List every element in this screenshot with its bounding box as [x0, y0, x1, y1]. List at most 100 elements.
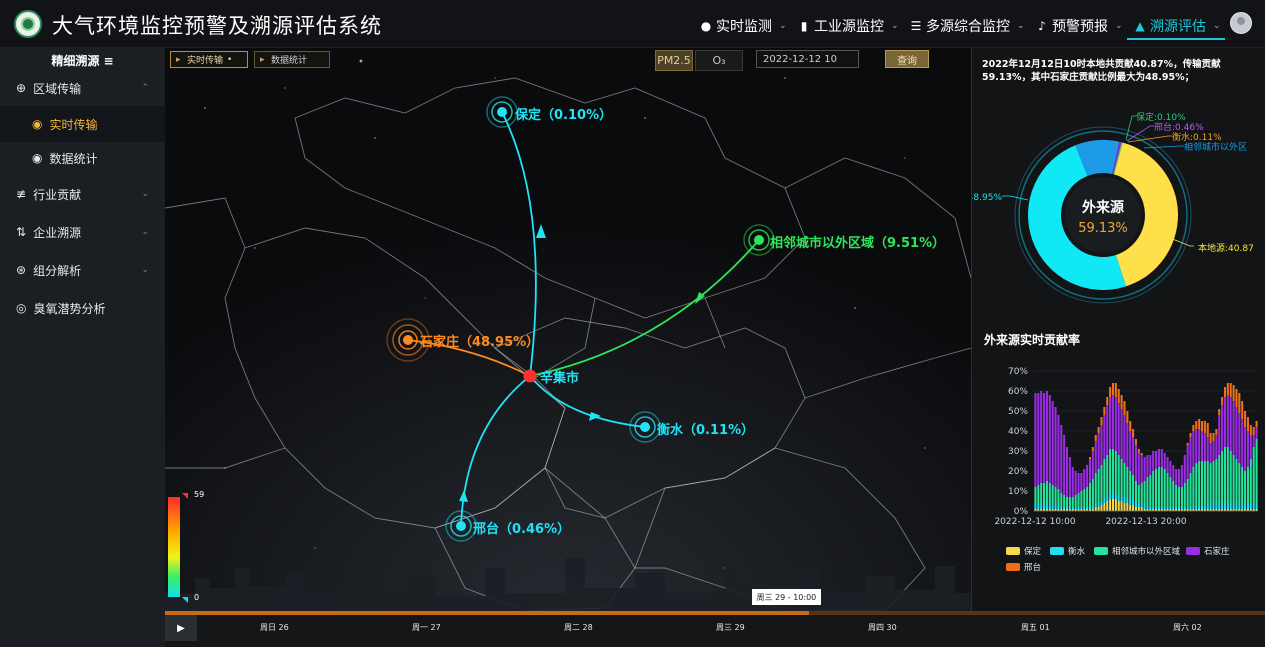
bar-segment[interactable] [1186, 479, 1189, 507]
bar-segment[interactable] [1137, 503, 1140, 507]
bar-segment[interactable] [1195, 421, 1198, 429]
bar-segment[interactable] [1206, 437, 1209, 461]
bar-segment[interactable] [1252, 503, 1255, 509]
bar-segment[interactable] [1215, 429, 1218, 435]
bar-segment[interactable] [1080, 507, 1083, 509]
bar-segment[interactable] [1097, 427, 1100, 433]
bar-segment[interactable] [1126, 503, 1129, 511]
bar-segment[interactable] [1140, 453, 1143, 455]
sidebar-item-industry-contribution[interactable]: ≢ 行业贡献 ⌄ [0, 176, 165, 212]
bar-segment[interactable] [1215, 503, 1218, 509]
bar-segment[interactable] [1209, 463, 1212, 503]
legend-item-hengshui[interactable]: 衡水 [1050, 545, 1085, 557]
bar-segment[interactable] [1244, 427, 1247, 471]
bar-segment[interactable] [1126, 411, 1129, 423]
bar-segment[interactable] [1183, 507, 1186, 509]
bar-segment[interactable] [1195, 505, 1198, 509]
nav-multi-source-monitor[interactable]: ☰ 多源综合监控 ⌄ [910, 14, 1025, 38]
bar-segment[interactable] [1129, 499, 1132, 505]
bar-segment[interactable] [1065, 497, 1069, 507]
bar-segment[interactable] [1249, 503, 1252, 509]
bar-segment[interactable] [1060, 507, 1063, 509]
bar-segment[interactable] [1169, 507, 1172, 509]
sidebar-item-data-statistics[interactable]: ◉ 数据统计 [0, 140, 165, 176]
bar-segment[interactable] [1109, 449, 1112, 493]
bar-segment[interactable] [1163, 507, 1166, 509]
bar-segment[interactable] [1117, 403, 1120, 455]
bar-segment[interactable] [1215, 435, 1218, 459]
bar-segment[interactable] [1226, 383, 1229, 395]
bar-segment[interactable] [1048, 503, 1051, 509]
bar-segment[interactable] [1088, 459, 1092, 483]
bar-segment[interactable] [1034, 393, 1037, 487]
bar-segment[interactable] [1129, 505, 1132, 511]
bar-segment[interactable] [1223, 447, 1227, 503]
bar-segment[interactable] [1221, 397, 1224, 405]
pm25-toggle[interactable]: PM2.5 [655, 50, 693, 71]
bar-segment[interactable] [1068, 497, 1071, 507]
bar-segment[interactable] [1071, 497, 1074, 507]
bar-segment[interactable] [1134, 439, 1137, 445]
bar-segment[interactable] [1180, 507, 1183, 509]
bar-segment[interactable] [1137, 507, 1140, 511]
bar-segment[interactable] [1195, 463, 1198, 505]
bar-segment[interactable] [1235, 503, 1238, 509]
bar-segment[interactable] [1238, 503, 1241, 509]
bar-segment[interactable] [1060, 425, 1063, 493]
bar-segment[interactable] [1097, 433, 1100, 469]
bar-segment[interactable] [1146, 455, 1149, 477]
bar-segment[interactable] [1238, 413, 1241, 463]
bar-segment[interactable] [1109, 397, 1112, 449]
bar-segment[interactable] [1132, 505, 1135, 511]
bar-segment[interactable] [1077, 507, 1080, 509]
bar-segment[interactable] [1155, 451, 1158, 469]
bar-segment[interactable] [1172, 481, 1175, 507]
bar-segment[interactable] [1244, 503, 1247, 509]
bar-segment[interactable] [1206, 423, 1209, 437]
bar-segment[interactable] [1100, 501, 1103, 505]
bar-segment[interactable] [1117, 495, 1120, 501]
bar-segment[interactable] [1143, 457, 1146, 481]
bar-segment[interactable] [1246, 417, 1249, 431]
bar-segment[interactable] [1111, 395, 1115, 449]
bar-segment[interactable] [1068, 507, 1071, 509]
bar-segment[interactable] [1091, 479, 1094, 507]
bar-segment[interactable] [1198, 419, 1201, 429]
bar-segment[interactable] [1097, 503, 1100, 507]
bar-segment[interactable] [1123, 497, 1126, 503]
timeline-day[interactable]: 周二 28 [564, 622, 593, 633]
bar-segment[interactable] [1209, 443, 1212, 463]
bar-segment[interactable] [1255, 503, 1258, 509]
bar-segment[interactable] [1157, 507, 1160, 509]
bar-segment[interactable] [1140, 503, 1143, 507]
nav-industrial-monitor[interactable]: ▮ 工业源监控 ⌄ [798, 14, 899, 38]
bar-segment[interactable] [1111, 499, 1115, 511]
bar-segment[interactable] [1226, 395, 1229, 447]
bar-segment[interactable] [1126, 497, 1129, 503]
bar-segment[interactable] [1195, 429, 1198, 463]
bar-segment[interactable] [1229, 383, 1232, 397]
bar-segment[interactable] [1226, 503, 1229, 509]
bar-segment[interactable] [1223, 397, 1227, 447]
bar-segment[interactable] [1223, 503, 1227, 509]
bar-segment[interactable] [1077, 473, 1080, 493]
bar-segment[interactable] [1143, 481, 1146, 505]
bar-segment[interactable] [1103, 407, 1106, 415]
bar-segment[interactable] [1137, 449, 1140, 453]
bar-segment[interactable] [1120, 409, 1123, 459]
bar-segment[interactable] [1157, 467, 1160, 507]
bar-segment[interactable] [1241, 503, 1244, 509]
bar-segment[interactable] [1232, 401, 1235, 455]
bar-segment[interactable] [1045, 391, 1048, 481]
bar-segment[interactable] [1100, 505, 1103, 511]
bar-segment[interactable] [1155, 469, 1158, 507]
bar-segment[interactable] [1054, 505, 1057, 509]
bar-segment[interactable] [1212, 461, 1215, 503]
bar-segment[interactable] [1091, 507, 1094, 509]
bar-segment[interactable] [1132, 437, 1135, 475]
bar-segment[interactable] [1155, 507, 1158, 509]
bar-segment[interactable] [1226, 447, 1229, 503]
bar-segment[interactable] [1120, 501, 1123, 511]
marker-xingtai[interactable] [445, 510, 477, 542]
bar-segment[interactable] [1117, 389, 1120, 403]
